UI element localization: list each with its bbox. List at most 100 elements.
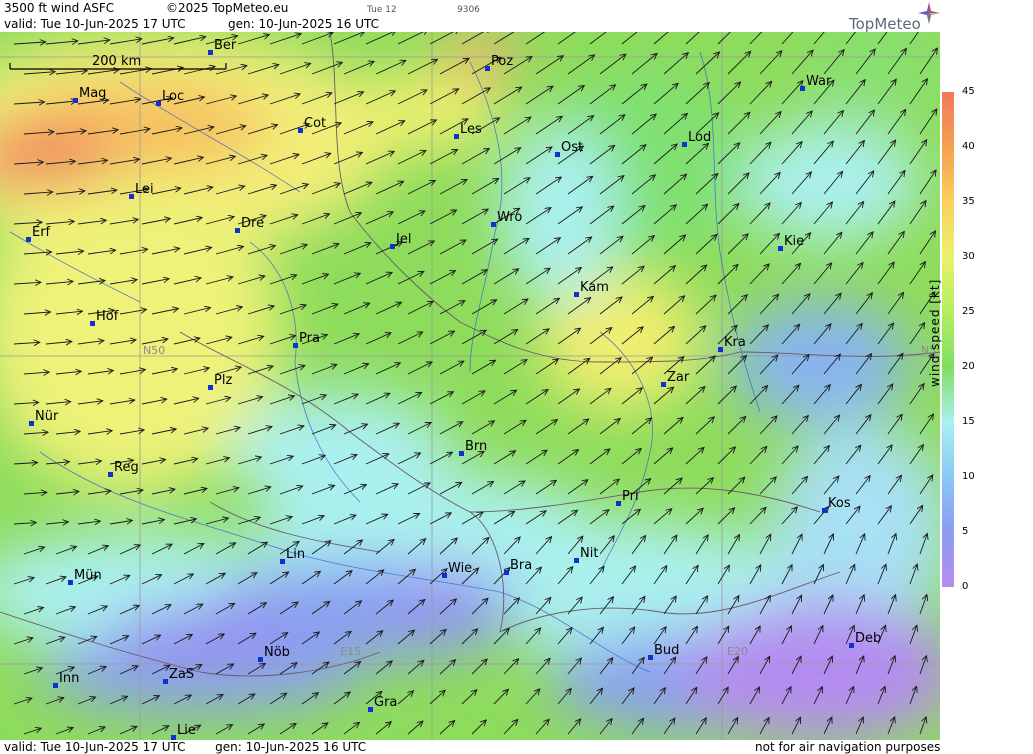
footer-timestamps: valid: Tue 10-Jun-2025 17 UTC gen: 10-Ju… <box>4 740 366 754</box>
legend-tick-label: 10 <box>962 471 975 482</box>
generated-time: gen: 10-Jun-2025 16 UTC <box>228 17 380 31</box>
footer-gen: gen: 10-Jun-2025 16 UTC <box>215 740 367 754</box>
city-marker <box>648 655 653 660</box>
footer-disclaimer: not for air navigation purposes <box>755 740 941 754</box>
city-marker <box>718 347 723 352</box>
city-marker <box>574 292 579 297</box>
city-marker <box>53 683 58 688</box>
city-label: Nür <box>35 409 59 424</box>
city-marker <box>800 86 805 91</box>
wind-speed-legend: 45 40 35 30 25 20 15 10 5 0 wind speed [kt] <box>928 32 1033 740</box>
city-marker <box>442 573 447 578</box>
city-marker <box>235 228 240 233</box>
city-label: Les <box>460 122 482 137</box>
city-marker <box>459 451 464 456</box>
city-label: Inn <box>59 671 79 686</box>
city-label: Poz <box>491 54 513 69</box>
city-label: ZaS <box>169 667 194 682</box>
city-label: Mün <box>74 568 102 583</box>
city-label: Pri <box>622 489 639 504</box>
city-marker <box>258 657 263 662</box>
scale-bar-label: 200 km <box>92 54 141 69</box>
city-marker <box>368 707 373 712</box>
city-marker <box>574 558 579 563</box>
code-text: 9306 <box>457 5 480 15</box>
legend-tick-label: 0 <box>962 581 969 592</box>
legend-title: wind speed [kt] <box>928 278 942 387</box>
city-marker <box>682 142 687 147</box>
city-label: Ost <box>561 140 583 155</box>
city-marker <box>454 134 459 139</box>
city-marker <box>26 237 31 242</box>
day-text: Tue 12 <box>367 5 397 15</box>
city-label: Zar <box>667 370 690 385</box>
logo-text: TopMeteo <box>849 15 921 33</box>
city-label: Nöb <box>264 645 290 660</box>
city-marker <box>661 382 666 387</box>
legend-tick-label: 45 <box>962 86 975 97</box>
city-label: Wro <box>497 210 522 225</box>
city-label: Jel <box>395 232 411 247</box>
city-label: Bra <box>510 558 532 573</box>
city-label: Hof <box>96 309 119 324</box>
city-label: Kra <box>724 335 746 350</box>
city-label: Deb <box>855 631 881 646</box>
city-label: Nit <box>580 546 598 561</box>
city-label: War <box>806 74 832 89</box>
city-kam[interactable]: Kam <box>574 280 609 297</box>
legend-tick-label: 40 <box>962 141 975 152</box>
compass-star-icon <box>918 2 940 24</box>
city-marker <box>208 50 213 55</box>
city-mag[interactable]: Mag <box>73 86 106 103</box>
city-marker <box>29 421 34 426</box>
city-label: Loc <box>162 89 184 104</box>
city-label: Lei <box>135 182 154 197</box>
city-label: Kie <box>784 234 804 249</box>
city-marker <box>129 194 134 199</box>
wind-speed-field <box>0 32 941 740</box>
city-marker <box>504 570 509 575</box>
city-marker <box>778 246 783 251</box>
city-marker <box>163 679 168 684</box>
city-marker <box>555 152 560 157</box>
map-title: 3500 ft wind ASFC <box>4 1 115 15</box>
city-marker <box>73 98 78 103</box>
grid-label-e15: E15 <box>340 645 361 658</box>
legend-tick-label: 20 <box>962 361 975 372</box>
city-marker <box>68 580 73 585</box>
city-marker <box>390 244 395 249</box>
city-label: Mag <box>79 86 106 101</box>
city-marker <box>849 643 854 648</box>
city-marker <box>298 128 303 133</box>
city-label: Wie <box>448 561 472 576</box>
city-label: Pra <box>299 331 320 346</box>
footer-valid: valid: Tue 10-Jun-2025 17 UTC <box>4 740 186 754</box>
city-label: Kos <box>828 496 851 511</box>
city-label: Dre <box>241 216 264 231</box>
city-label: Lod <box>688 130 711 145</box>
city-label: Bud <box>654 643 679 658</box>
city-marker <box>108 472 113 477</box>
grid-label-n50: N50 <box>143 344 165 357</box>
city-label: Kam <box>580 280 609 295</box>
city-label: Erf <box>32 225 51 240</box>
color-scale-bar <box>942 92 954 587</box>
city-label: Plz <box>214 373 232 388</box>
legend-tick-label: 5 <box>962 526 969 537</box>
topmeteo-logo[interactable]: TopMeteo <box>849 15 921 33</box>
legend-tick-label: 15 <box>962 416 975 427</box>
city-label: Gra <box>374 695 397 710</box>
city-marker <box>90 321 95 326</box>
city-marker <box>485 66 490 71</box>
legend-tick-label: 30 <box>962 251 975 262</box>
city-label: Lin <box>286 547 305 562</box>
city-marker <box>208 385 213 390</box>
city-label: Ber <box>214 38 237 53</box>
copyright-text: ©2025 TopMeteo.eu <box>166 1 289 15</box>
legend-tick-label: 25 <box>962 306 975 317</box>
city-mün[interactable]: Mün <box>68 568 102 585</box>
city-marker <box>822 508 827 513</box>
wind-map[interactable]: 200 km N50 N5 E15 E20 Ber Poz War Mag Loc Cot… <box>0 32 941 740</box>
city-label: Cot <box>304 116 326 131</box>
city-marker <box>616 501 621 506</box>
